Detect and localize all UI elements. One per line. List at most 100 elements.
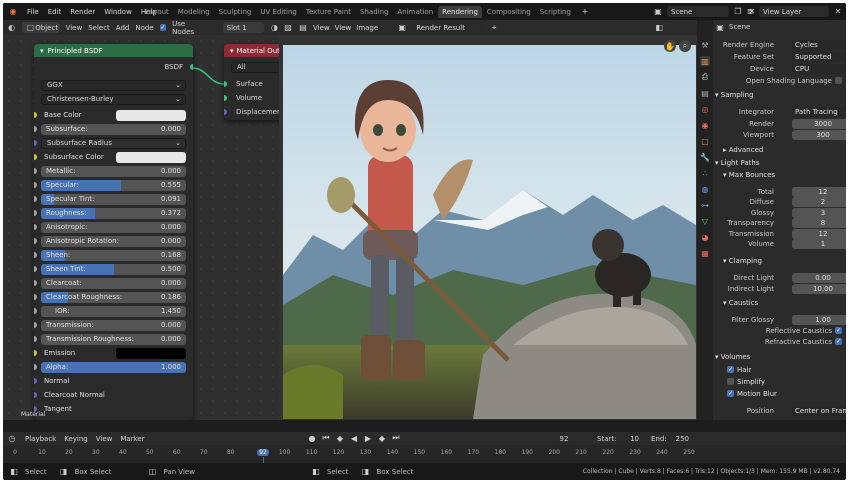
menu-add[interactable]: Add [116,24,130,32]
timeline-type-icon[interactable]: ◷ [7,434,17,444]
scene-field[interactable]: Scene [667,6,729,17]
collapse-icon[interactable]: ▾ [230,47,234,55]
input-socket[interactable] [34,252,37,258]
menu-node[interactable]: Node [135,24,153,32]
value-slider[interactable]: Specular Tint: 0.091 [41,193,186,205]
input-socket[interactable] [34,392,37,398]
scene-tab-icon[interactable]: ◎ [700,104,710,114]
volumes-section[interactable]: ▾ Volumes [715,353,750,361]
image-name-field[interactable]: Render Result [412,22,485,33]
view-mode-icon[interactable]: ▤ [298,23,308,33]
advanced-subsection[interactable]: ▸ Advanced [723,146,763,154]
direct-light-field[interactable]: 0.00 [792,272,846,283]
value-slider[interactable]: Metallic: 0.000 [41,165,186,177]
bounce-field[interactable]: 8 [792,218,846,228]
workspace-tab-shading[interactable]: Shading [356,6,392,18]
node-editor[interactable]: ▾ Principled BSDF BSDF GGX ⌄ Christensen-… [3,35,284,420]
jump-end-icon[interactable]: ⏭ [391,433,401,443]
image-browse-icon[interactable]: ▣ [397,23,407,33]
workspace-tab-scripting[interactable]: Scripting [536,6,575,18]
menu-marker[interactable]: Marker [120,435,144,443]
texture-icon[interactable]: ▦ [700,248,710,258]
position-field[interactable]: Center on Frame [792,405,846,416]
menu-file[interactable]: File [27,8,39,16]
workspace-tab-sculpting[interactable]: Sculpting [215,6,256,18]
value-slider[interactable]: Sheen: 0.168 [41,249,186,261]
menu-view-2[interactable]: View [335,24,352,32]
bounce-field[interactable]: 12 [792,186,846,197]
reflective-caustics-checkbox[interactable]: ✓ [835,327,842,334]
menu-image[interactable]: Image [356,24,378,32]
play-reverse-icon[interactable]: ◀ [349,433,359,443]
input-socket[interactable] [34,266,37,272]
input-socket[interactable] [34,336,37,342]
caustics-subsection[interactable]: ▾ Caustics [723,299,758,307]
surface-socket[interactable] [224,81,227,87]
subsurface-radius-dropdown[interactable]: Subsurface Radius ⌄ [41,137,186,149]
timeline-ruler[interactable]: 0 10 20 30 40 50 60 70 80 92 100 110 120 130 140 150 160… [3,445,846,463]
world-icon[interactable]: ◉ [700,120,710,130]
material-icon[interactable]: ◑ [270,23,279,33]
play-icon[interactable]: ▶ [363,433,373,443]
menu-render[interactable]: Render [70,8,95,16]
open-shading-language-checkbox[interactable] [835,77,842,84]
viewport-samples-field[interactable]: 300 [792,129,846,140]
image-editor[interactable]: ✋ ⌕ [279,35,697,420]
input-socket[interactable] [34,168,37,174]
workspace-tab-animation[interactable]: Animation [393,6,437,18]
jump-start-icon[interactable]: ⏮ [321,433,331,443]
workspace-tab-compositing[interactable]: Compositing [483,6,535,18]
value-slider[interactable]: Specular: 0.555 [41,179,186,191]
modifier-icon[interactable]: 🔧 [700,152,710,162]
next-key-icon[interactable]: ◆ [377,433,387,443]
input-socket[interactable] [34,322,37,328]
workspace-tab-rendering[interactable]: Rendering [438,5,482,18]
value-slider[interactable]: Clearcoat Roughness: 0.186 [41,291,186,303]
particles-icon[interactable]: ∴ [700,168,710,178]
input-socket[interactable] [34,364,37,370]
refractive-caustics-checkbox[interactable]: ✓ [835,338,842,345]
tool-icon[interactable]: ⚒ [700,40,710,50]
blender-logo-icon[interactable]: ◉ [8,7,18,17]
pan-hand-icon[interactable]: ✋ [664,40,676,52]
collapse-icon[interactable]: ▾ [40,47,44,55]
distribution-dropdown[interactable]: GGX ⌄ [41,79,186,91]
scene-icon[interactable]: ▣ [653,7,663,17]
input-socket[interactable] [34,140,37,146]
value-slider[interactable]: Sheen Tint: 0.500 [41,263,186,275]
physics-icon[interactable]: ◍ [700,184,710,194]
input-socket[interactable] [34,350,37,356]
max-bounces-subsection[interactable]: ▾ Max Bounces [723,171,775,179]
bsdf-output-socket[interactable] [190,64,193,70]
bounce-field[interactable]: 2 [792,197,846,207]
value-slider[interactable]: Transmission Roughness: 0.000 [41,333,186,345]
color-swatch[interactable] [116,347,186,359]
prev-key-icon[interactable]: ◆ [335,433,345,443]
input-socket[interactable] [34,308,37,314]
value-slider[interactable]: Transmission: 0.000 [41,319,186,331]
menu-keying[interactable]: Keying [64,435,88,443]
sampling-section[interactable]: ▾ Sampling [715,91,754,99]
start-frame-field[interactable]: Start: 10 [593,433,643,444]
input-socket[interactable] [34,224,37,230]
input-socket[interactable] [34,196,37,202]
current-frame-marker[interactable]: 92 [257,449,270,456]
device-field[interactable]: CPU [792,63,846,74]
render-samples-field[interactable]: 3000 [792,118,846,129]
pin-icon[interactable]: ⌖ [489,23,499,33]
end-frame-field[interactable]: End: 250 [647,433,693,444]
image-editor-type-icon[interactable]: ▨ [283,23,293,33]
current-frame-field[interactable]: 92 [545,433,583,444]
integrator-field[interactable]: Path Tracing [792,106,846,117]
menu-playback[interactable]: Playback [25,435,56,443]
input-socket[interactable] [34,238,37,244]
clamping-subsection[interactable]: ▾ Clamping [723,257,762,265]
menu-view[interactable]: View [313,24,330,32]
color-swatch[interactable] [116,109,186,121]
filter-glossy-field[interactable]: 1.00 [792,314,846,325]
bounce-field[interactable]: 1 [792,239,846,249]
input-socket[interactable] [34,154,37,160]
menu-select[interactable]: Select [88,24,110,32]
view-layer-field[interactable]: View Layer [759,6,829,17]
value-slider[interactable]: Anisotropic: 0.000 [41,221,186,233]
